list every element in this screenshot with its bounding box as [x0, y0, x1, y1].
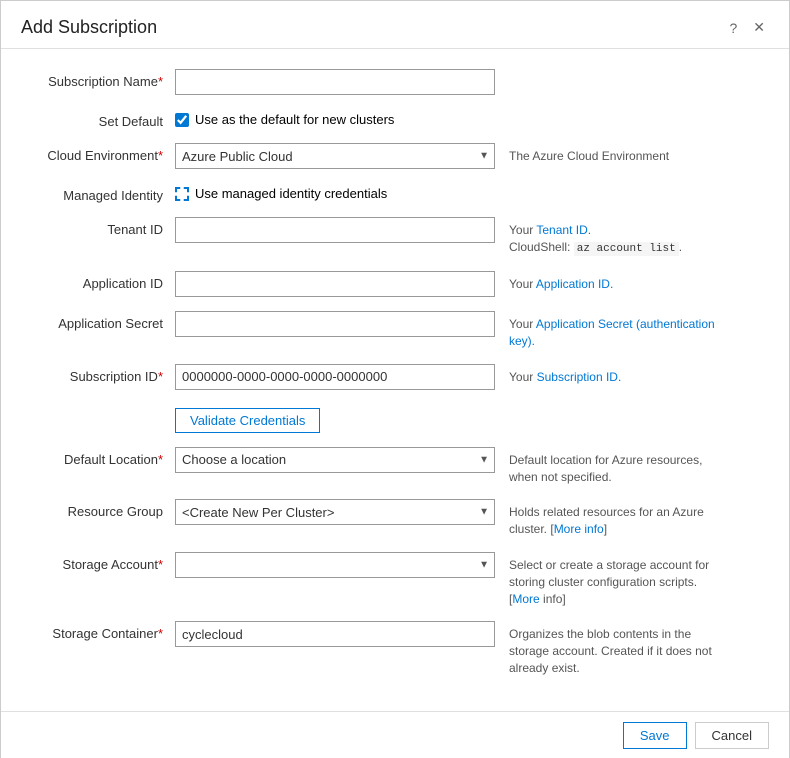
- cloud-environment-row: Cloud Environment* Azure Public Cloud Az…: [25, 143, 765, 169]
- set-default-row: Set Default Use as the default for new c…: [25, 109, 765, 129]
- default-location-input-area: Choose a location ▼: [175, 447, 495, 473]
- validate-credentials-btn-area: Validate Credentials: [175, 404, 495, 433]
- application-id-input-area: [175, 271, 495, 297]
- default-location-hint: Default location for Azure resources, wh…: [509, 447, 729, 486]
- cancel-button[interactable]: Cancel: [695, 722, 769, 749]
- cloud-environment-select-wrapper: Azure Public Cloud Azure Government Clou…: [175, 143, 495, 169]
- set-default-label: Set Default: [25, 109, 175, 129]
- storage-account-select-wrapper: ▼: [175, 552, 495, 578]
- subscription-id-input-area: [175, 364, 495, 390]
- resource-group-hint: Holds related resources for an Azure clu…: [509, 499, 729, 538]
- application-secret-row: Application Secret Your Application Secr…: [25, 311, 765, 350]
- managed-identity-checkbox[interactable]: [175, 187, 189, 201]
- tenant-id-input-area: [175, 217, 495, 243]
- tenant-id-code: az account list: [574, 242, 679, 256]
- subscription-id-input[interactable]: [175, 364, 495, 390]
- validate-credentials-spacer: [25, 404, 175, 409]
- managed-identity-input-area: Use managed identity credentials: [175, 183, 495, 201]
- storage-account-hint: Select or create a storage account for s…: [509, 552, 729, 607]
- resource-group-more-info-link[interactable]: More info: [554, 522, 604, 536]
- tenant-id-hint: Your Tenant ID. CloudShell: az account l…: [509, 217, 682, 257]
- subscription-name-row: Subscription Name*: [25, 69, 765, 95]
- application-secret-input-area: [175, 311, 495, 337]
- dialog-footer: Save Cancel: [1, 711, 789, 758]
- validate-credentials-row: Validate Credentials: [25, 404, 765, 433]
- tenant-id-label: Tenant ID: [25, 217, 175, 237]
- validate-credentials-button[interactable]: Validate Credentials: [175, 408, 320, 433]
- resource-group-select[interactable]: <Create New Per Cluster>: [175, 499, 495, 525]
- storage-container-input[interactable]: [175, 621, 495, 647]
- set-default-checkbox-row: Use as the default for new clusters: [175, 109, 495, 127]
- set-default-checkbox-label[interactable]: Use as the default for new clusters: [195, 112, 394, 127]
- subscription-id-row: Subscription ID* Your Subscription ID.: [25, 364, 765, 390]
- managed-identity-checkbox-label[interactable]: Use managed identity credentials: [195, 186, 387, 201]
- cloud-environment-hint: The Azure Cloud Environment: [509, 143, 669, 165]
- resource-group-input-area: <Create New Per Cluster> ▼: [175, 499, 495, 525]
- application-id-input[interactable]: [175, 271, 495, 297]
- subscription-id-link[interactable]: Subscription ID.: [537, 370, 622, 384]
- subscription-id-hint: Your Subscription ID.: [509, 364, 621, 386]
- add-subscription-dialog: Add Subscription ? ✕ Subscription Name* …: [0, 0, 790, 758]
- managed-identity-checkbox-row: Use managed identity credentials: [175, 183, 495, 201]
- subscription-name-input[interactable]: [175, 69, 495, 95]
- dialog-title: Add Subscription: [21, 17, 157, 38]
- storage-container-hint: Organizes the blob contents in the stora…: [509, 621, 729, 676]
- storage-account-row: Storage Account* ▼ Select or create a st…: [25, 552, 765, 607]
- storage-account-input-area: ▼: [175, 552, 495, 578]
- storage-container-label: Storage Container*: [25, 621, 175, 641]
- application-id-label: Application ID: [25, 271, 175, 291]
- application-secret-input[interactable]: [175, 311, 495, 337]
- application-id-row: Application ID Your Application ID.: [25, 271, 765, 297]
- application-id-hint: Your Application ID.: [509, 271, 613, 293]
- default-location-row: Default Location* Choose a location ▼ De…: [25, 447, 765, 486]
- application-secret-link[interactable]: Application Secret (authentication key).: [509, 317, 715, 348]
- storage-account-label: Storage Account*: [25, 552, 175, 572]
- cloud-environment-select[interactable]: Azure Public Cloud Azure Government Clou…: [175, 143, 495, 169]
- resource-group-select-wrapper: <Create New Per Cluster> ▼: [175, 499, 495, 525]
- subscription-name-input-area: [175, 69, 495, 95]
- dialog-body: Subscription Name* Set Default Use as th…: [1, 49, 789, 711]
- storage-account-more-link[interactable]: More: [512, 592, 539, 606]
- default-location-select[interactable]: Choose a location: [175, 447, 495, 473]
- cloud-environment-label: Cloud Environment*: [25, 143, 175, 163]
- dialog-controls: ? ✕: [725, 17, 769, 38]
- resource-group-label: Resource Group: [25, 499, 175, 519]
- tenant-id-row: Tenant ID Your Tenant ID. CloudShell: az…: [25, 217, 765, 257]
- subscription-name-label: Subscription Name*: [25, 69, 175, 89]
- default-location-select-wrapper: Choose a location ▼: [175, 447, 495, 473]
- resource-group-row: Resource Group <Create New Per Cluster> …: [25, 499, 765, 538]
- close-button[interactable]: ✕: [749, 17, 769, 38]
- storage-container-input-area: [175, 621, 495, 647]
- save-button[interactable]: Save: [623, 722, 687, 749]
- tenant-id-input[interactable]: [175, 217, 495, 243]
- subscription-id-label: Subscription ID*: [25, 364, 175, 384]
- storage-container-row: Storage Container* Organizes the blob co…: [25, 621, 765, 676]
- dialog-titlebar: Add Subscription ? ✕: [1, 1, 789, 49]
- help-button[interactable]: ?: [725, 18, 741, 38]
- application-secret-label: Application Secret: [25, 311, 175, 331]
- default-location-label: Default Location*: [25, 447, 175, 467]
- storage-account-select[interactable]: [175, 552, 495, 578]
- application-secret-hint: Your Application Secret (authentication …: [509, 311, 729, 350]
- managed-identity-label: Managed Identity: [25, 183, 175, 203]
- managed-identity-row: Managed Identity Use managed identity cr…: [25, 183, 765, 203]
- set-default-input-area: Use as the default for new clusters: [175, 109, 495, 127]
- tenant-id-link[interactable]: Tenant ID.: [536, 223, 591, 237]
- application-id-link[interactable]: Application ID.: [536, 277, 613, 291]
- cloud-environment-input-area: Azure Public Cloud Azure Government Clou…: [175, 143, 495, 169]
- set-default-checkbox[interactable]: [175, 113, 189, 127]
